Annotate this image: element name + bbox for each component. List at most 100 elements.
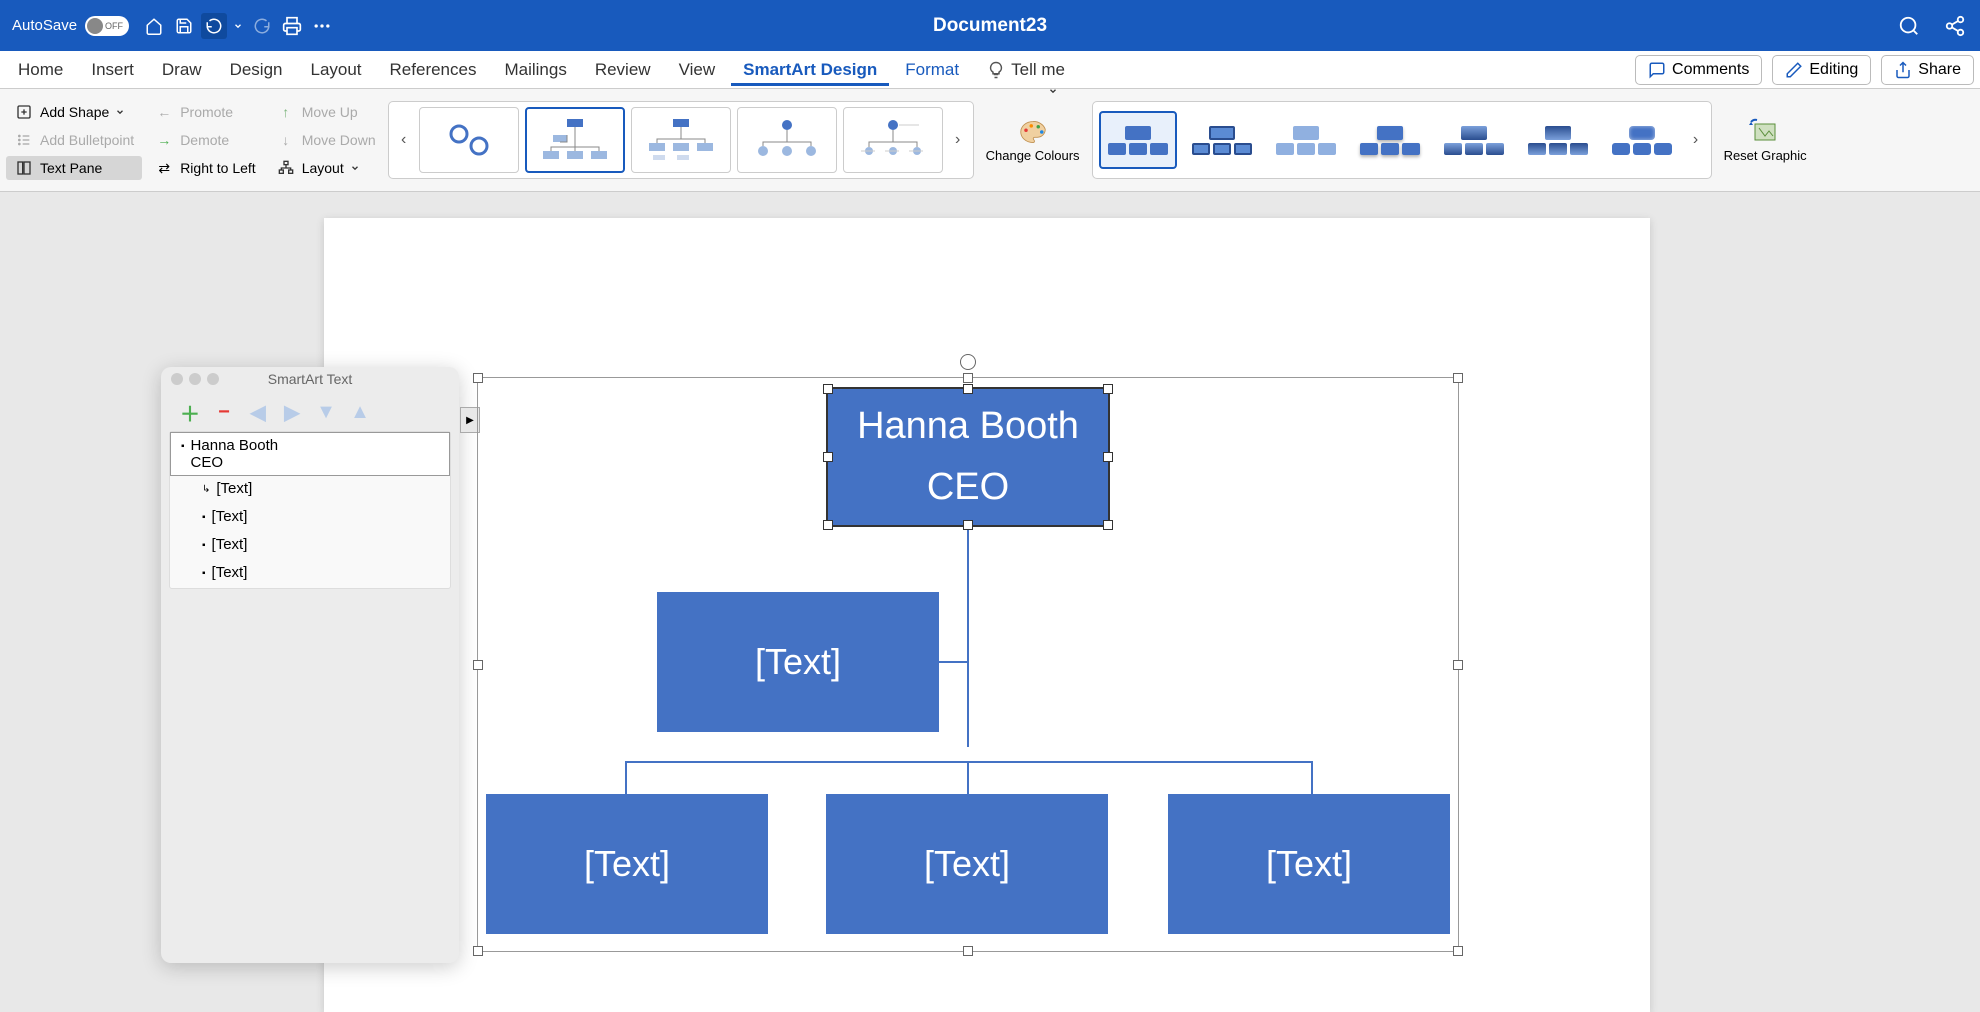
gallery-prev-icon[interactable]: ‹ (395, 131, 413, 149)
right-to-left-button[interactable]: ⇄Right to Left (146, 156, 264, 181)
autosave-toggle[interactable]: OFF (85, 16, 129, 36)
tab-review[interactable]: Review (583, 54, 663, 86)
style-option-3[interactable] (1267, 111, 1345, 169)
layout-button[interactable]: Layout (268, 156, 384, 180)
style-option-4[interactable] (1351, 111, 1429, 169)
resize-handle[interactable] (473, 373, 483, 383)
add-bulletpoint-button: Add Bulletpoint (6, 128, 142, 152)
list-item[interactable]: ▪[Text] (170, 560, 450, 588)
tab-home[interactable]: Home (6, 54, 75, 86)
tab-references[interactable]: References (378, 54, 489, 86)
node-handle[interactable] (823, 520, 833, 530)
move-down-icon[interactable]: ▼ (315, 401, 337, 423)
tab-view[interactable]: View (667, 54, 728, 86)
add-shape-button[interactable]: Add Shape (6, 100, 142, 124)
print-icon[interactable] (279, 13, 305, 39)
style-option-2[interactable] (1183, 111, 1261, 169)
window-zoom-icon[interactable] (207, 373, 219, 385)
style-option-1[interactable] (1099, 111, 1177, 169)
list-item[interactable]: ▪[Text] (170, 532, 450, 560)
style-option-7[interactable] (1603, 111, 1681, 169)
undo-dropdown-icon[interactable] (231, 13, 245, 39)
org-node-child[interactable]: [Text] (486, 794, 768, 934)
window-minimize-icon[interactable] (189, 373, 201, 385)
org-node-child[interactable]: [Text] (1168, 794, 1450, 934)
window-close-icon[interactable] (171, 373, 183, 385)
palette-icon (1019, 118, 1047, 146)
add-item-icon[interactable]: ＋ (179, 401, 201, 423)
resize-handle[interactable] (963, 373, 973, 383)
editing-button[interactable]: Editing (1772, 55, 1871, 85)
comments-button[interactable]: Comments (1635, 55, 1762, 85)
chevron-down-icon (350, 163, 360, 173)
share-icon-tb[interactable] (1942, 13, 1968, 39)
ribbon: Add Shape Add Bulletpoint Text Pane ←Pro… (0, 89, 1980, 192)
node-handle[interactable] (823, 384, 833, 394)
styles-gallery: › (1092, 101, 1712, 179)
tab-mailings[interactable]: Mailings (492, 54, 578, 86)
layout-option-3[interactable] (631, 107, 731, 173)
layout-option-4[interactable] (737, 107, 837, 173)
resize-handle[interactable] (1453, 660, 1463, 670)
reset-icon (1749, 118, 1781, 146)
arrow-up-icon: ↑ (276, 104, 296, 120)
tab-draw[interactable]: Draw (150, 54, 214, 86)
reset-graphic-button[interactable]: Reset Graphic (1716, 118, 1815, 163)
list-item[interactable]: ▪[Text] (170, 504, 450, 532)
undo-icon[interactable] (201, 13, 227, 39)
style-option-6[interactable] (1519, 111, 1597, 169)
node-handle[interactable] (1103, 520, 1113, 530)
textpane-icon (14, 160, 34, 176)
layout-option-2[interactable] (525, 107, 625, 173)
tell-me[interactable]: Tell me (975, 54, 1077, 86)
search-icon[interactable] (1896, 13, 1922, 39)
org-node-top[interactable]: Hanna Booth CEO (826, 387, 1110, 527)
org-node-assistant[interactable]: [Text] (657, 592, 939, 732)
resize-handle[interactable] (1453, 946, 1463, 956)
connector (967, 761, 969, 794)
list-item[interactable]: ▪Hanna BoothCEO (170, 432, 450, 476)
node-handle[interactable] (963, 520, 973, 530)
home-icon[interactable] (141, 13, 167, 39)
resize-handle[interactable] (473, 946, 483, 956)
save-icon[interactable] (171, 13, 197, 39)
node-handle[interactable] (963, 384, 973, 394)
more-icon[interactable] (309, 13, 335, 39)
layout-option-1[interactable] (419, 107, 519, 173)
demote-icon[interactable]: ▶ (281, 401, 303, 423)
tab-smartart-design[interactable]: SmartArt Design (731, 54, 889, 86)
layouts-gallery: ‹ › (388, 101, 974, 179)
move-up-icon[interactable]: ▲ (349, 401, 371, 423)
connector (625, 761, 627, 794)
promote-icon[interactable]: ◀ (247, 401, 269, 423)
style-option-5[interactable] (1435, 111, 1513, 169)
styles-next-icon[interactable]: › (1687, 131, 1705, 149)
resize-handle[interactable] (473, 660, 483, 670)
bullet-icon (14, 132, 34, 148)
layout-option-5[interactable] (843, 107, 943, 173)
connector (967, 527, 969, 747)
smartart-selection-frame[interactable]: Hanna Booth CEO [Text] [Text] [Text] [Te… (477, 377, 1459, 952)
share-button[interactable]: Share (1881, 55, 1974, 85)
node-handle[interactable] (1103, 384, 1113, 394)
resize-handle[interactable] (963, 946, 973, 956)
org-node-child[interactable]: [Text] (826, 794, 1108, 934)
tab-design[interactable]: Design (218, 54, 295, 86)
remove-item-icon[interactable]: − (213, 401, 235, 423)
smartart-text-panel: SmartArt Text ＋ − ◀ ▶ ▼ ▲ ▪Hanna BoothCE… (161, 367, 459, 963)
gallery-next-icon[interactable]: › (949, 131, 967, 149)
change-colours-button[interactable]: Change Colours (978, 118, 1088, 163)
node-handle[interactable] (1103, 452, 1113, 462)
titlebar: AutoSave OFF Document23 (0, 0, 1980, 51)
tab-format[interactable]: Format (893, 54, 971, 86)
redo-icon[interactable] (249, 13, 275, 39)
node-handle[interactable] (823, 452, 833, 462)
list-item[interactable]: ↳[Text] (170, 476, 450, 504)
tab-layout[interactable]: Layout (298, 54, 373, 86)
text-pane-button[interactable]: Text Pane (6, 156, 142, 180)
resize-handle[interactable] (1453, 373, 1463, 383)
rotate-handle[interactable] (960, 354, 976, 370)
connector (1311, 761, 1313, 794)
pencil-icon (1785, 61, 1803, 79)
tab-insert[interactable]: Insert (79, 54, 146, 86)
